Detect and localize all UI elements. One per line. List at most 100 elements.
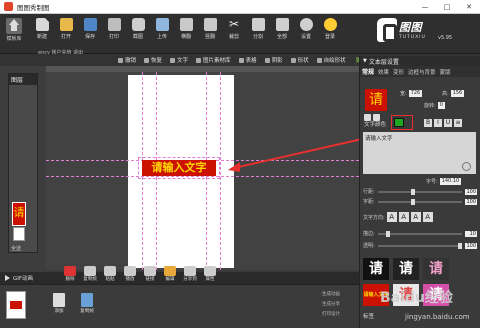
properties-button[interactable]: 属性	[200, 266, 220, 282]
char-spacing-input[interactable]: 100	[465, 198, 477, 205]
table-button[interactable]: 表格	[238, 56, 257, 64]
play-button[interactable]: 播放	[120, 266, 140, 282]
output-option[interactable]: 生成动画	[322, 291, 358, 297]
shape-button[interactable]: 形状	[290, 56, 309, 64]
underline-button[interactable]: U	[444, 119, 452, 127]
edit-button[interactable]: 编辑	[160, 266, 180, 282]
output-option[interactable]: 打印设计	[322, 311, 358, 317]
canvas-text-layer[interactable]: 请输入文字	[142, 160, 216, 176]
style-preset[interactable]: 请	[423, 258, 449, 280]
tab-effects[interactable]: 效果	[378, 68, 389, 76]
line-spacing-input[interactable]: 100	[465, 188, 477, 195]
bold-button[interactable]: B	[424, 119, 432, 127]
print-button[interactable]: 打印	[102, 18, 126, 40]
undo-button[interactable]: 撤销	[118, 56, 136, 64]
slider-knob[interactable]	[411, 198, 416, 205]
crop-label: 裁剪	[228, 34, 239, 40]
template-library-button[interactable]: 模板库	[3, 16, 25, 50]
new-button[interactable]: 新建	[30, 18, 54, 40]
font-size-label: 字号:	[426, 179, 438, 185]
redo-button[interactable]: 恢复	[144, 56, 162, 64]
font-size-input[interactable]: 140.10	[439, 178, 462, 185]
screenshot-button[interactable]: 截图	[126, 18, 150, 40]
direction-button[interactable]: A	[386, 212, 397, 222]
paste-label: 粘贴	[105, 277, 115, 282]
text-preview: 请	[365, 89, 387, 111]
logo-mark-icon	[377, 18, 397, 42]
image-library-button[interactable]: 图片素材库	[196, 56, 231, 64]
select-all-button[interactable]: 全部	[270, 18, 294, 40]
select-all-icon	[275, 18, 289, 31]
upload-button[interactable]: 上传	[150, 18, 174, 40]
background-layer-thumb[interactable]	[13, 227, 25, 241]
split-button[interactable]: 分割	[246, 18, 270, 40]
duplicate-frame-label: 复制帧	[80, 309, 94, 314]
zoom-icon[interactable]	[462, 162, 471, 171]
canvas-area[interactable]: 请输入文字	[46, 72, 359, 270]
print-label: 打印	[108, 34, 119, 40]
slider-knob[interactable]	[386, 230, 391, 237]
opacity-slider[interactable]	[377, 242, 462, 249]
text-color-swatch[interactable]	[394, 118, 404, 127]
custom-shape-button[interactable]: 自绘形状	[316, 56, 346, 64]
link-button[interactable]: 链接	[140, 266, 160, 282]
screenshot-label: 截图	[132, 34, 143, 40]
minimize-button[interactable]: —	[414, 3, 436, 11]
rotate-field: 旋转: 0	[424, 102, 445, 109]
select-all-layers-button[interactable]: 全选	[11, 245, 21, 252]
copy-icon	[84, 266, 96, 276]
settings-button[interactable]: 设置	[294, 18, 318, 40]
share-button[interactable]: 分享到	[180, 266, 200, 282]
char-spacing-slider[interactable]	[377, 198, 462, 205]
width-input[interactable]: 726	[408, 90, 423, 97]
height-input[interactable]: 156	[450, 90, 465, 97]
direction-button[interactable]: A	[398, 212, 409, 222]
output-option[interactable]: 生成分享	[322, 301, 358, 307]
add-frame-button[interactable]: 添加	[48, 293, 70, 314]
align-button[interactable]: ≡	[454, 119, 462, 127]
delete-frame-button[interactable]: 删除	[60, 266, 80, 282]
save-button[interactable]: 保存	[78, 18, 102, 40]
watermark: Baidu经验	[380, 290, 453, 306]
direction-button[interactable]: A	[410, 212, 421, 222]
tab-border-background[interactable]: 边框与背景	[408, 68, 436, 76]
maximize-button[interactable]: □	[436, 3, 458, 11]
text-direction-label: 文字方向:	[363, 214, 385, 221]
width-label: 宽:	[400, 91, 407, 97]
style-preset[interactable]: 请	[393, 258, 419, 280]
tab-transform[interactable]: 变形	[393, 68, 404, 76]
line-spacing-slider[interactable]	[377, 188, 462, 195]
copy-frame-button[interactable]: 复制帧	[80, 266, 100, 282]
close-button[interactable]: ✕	[458, 3, 480, 11]
open-button[interactable]: 打开	[54, 18, 78, 40]
slider-knob[interactable]	[457, 242, 462, 249]
outline-slider[interactable]	[377, 230, 462, 237]
window-title: 图图秀制图	[17, 3, 50, 12]
style-preset[interactable]: 请	[363, 258, 389, 280]
opacity-input[interactable]: 100	[465, 242, 477, 249]
add-frame-icon	[53, 293, 65, 307]
text-content-input[interactable]: 请输入文字	[363, 132, 476, 174]
tab-mask[interactable]: 蒙版	[440, 68, 451, 76]
slider-knob[interactable]	[411, 188, 416, 195]
home-icon	[6, 18, 22, 34]
link-icon	[144, 266, 156, 276]
text-layer-thumb[interactable]: 请	[12, 202, 26, 226]
italic-button[interactable]: I	[434, 119, 442, 127]
direction-button[interactable]: A	[422, 212, 433, 222]
paste-button[interactable]: 粘贴	[100, 266, 120, 282]
animation-frame[interactable]	[6, 291, 26, 319]
shadow-button[interactable]: 阴影	[264, 56, 283, 64]
crop-button[interactable]: ✂ 裁剪	[222, 18, 246, 41]
duplicate-frame-button[interactable]: 复制帧	[76, 293, 98, 314]
login-button[interactable]: 登录	[318, 18, 342, 40]
rotate-input[interactable]: 0	[437, 102, 445, 109]
text-button[interactable]: 文字	[170, 56, 188, 64]
play-icon[interactable]	[5, 275, 10, 281]
flip-horizontal-button[interactable]: 横翻	[174, 18, 198, 40]
flip-vertical-button[interactable]: 竖翻	[198, 18, 222, 40]
table-label: 表格	[245, 58, 257, 64]
tab-general[interactable]: 常规	[362, 67, 374, 76]
delete-icon	[64, 266, 76, 276]
outline-input[interactable]: 10	[465, 230, 477, 237]
